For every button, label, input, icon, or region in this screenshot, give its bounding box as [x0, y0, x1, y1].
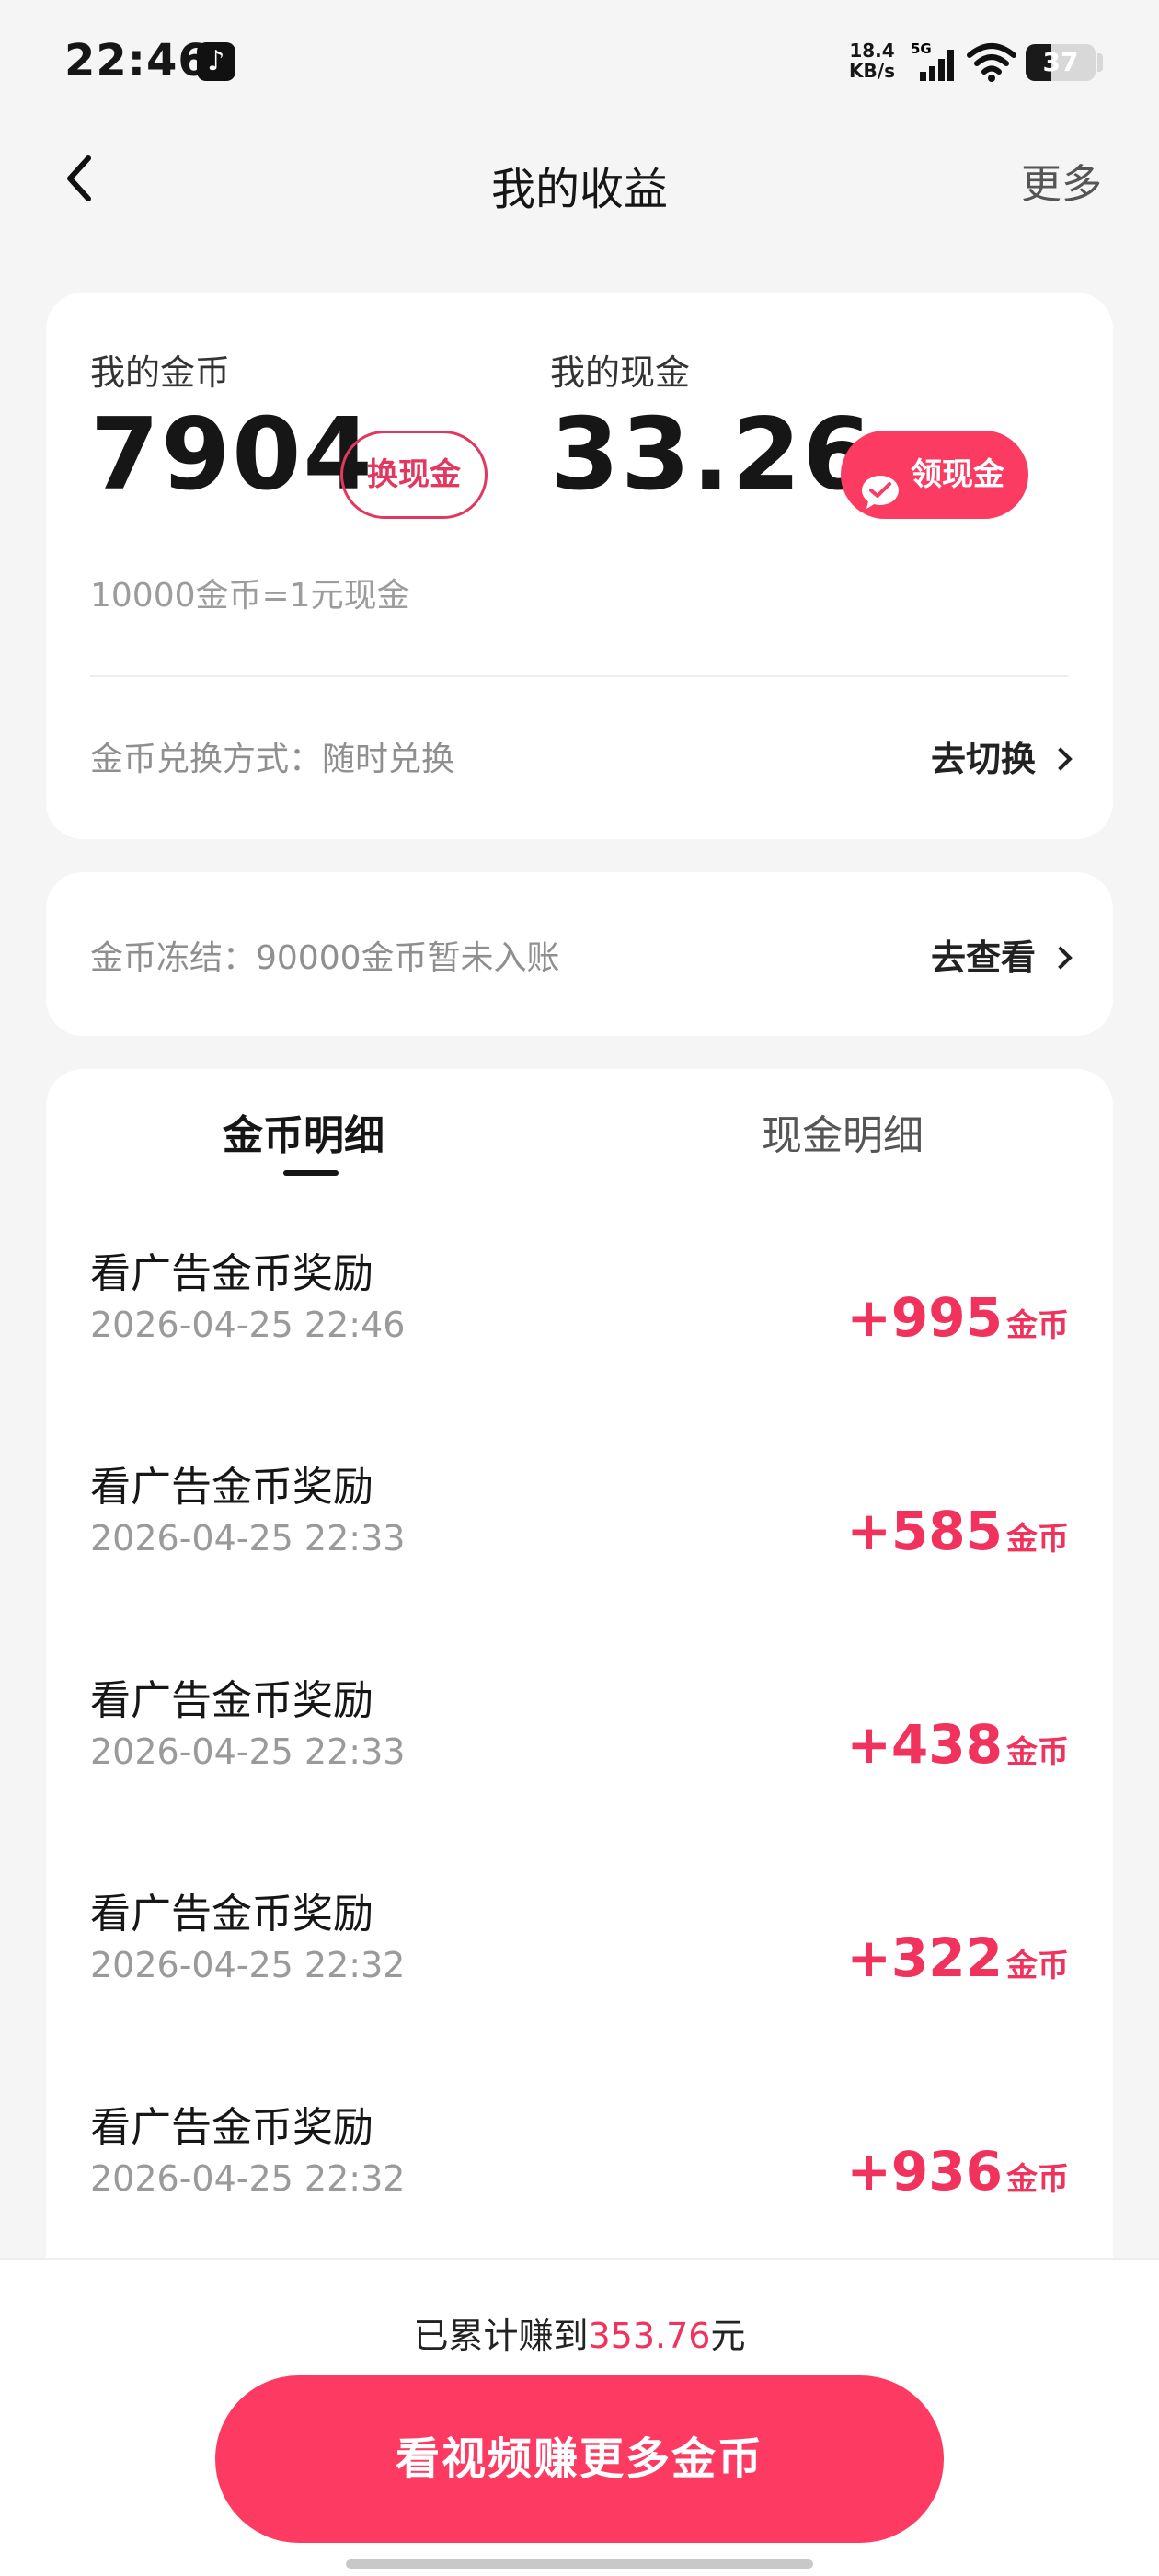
tiktok-icon: ♪ [197, 42, 235, 81]
exchange-rate-text: 10000金币=1元现金 [90, 577, 410, 615]
network-speed-unit: KB/s [849, 60, 895, 82]
battery-icon: 37 [1026, 44, 1096, 81]
record-amount: +995 金币 [846, 1286, 1069, 1349]
record-amount-unit: 金币 [1006, 1734, 1069, 1771]
list-item[interactable]: 看广告金币奖励 2026-04-25 22:32 +936 金币 [46, 2094, 1113, 2278]
coins-label: 我的金币 [90, 352, 231, 393]
record-title: 看广告金币奖励 [90, 1891, 373, 1938]
list-item[interactable]: 看广告金币奖励 2026-04-25 22:33 +585 金币 [46, 1454, 1113, 1638]
balance-card: 我的金币 7904 换现金 我的现金 33.26 领现金 10000金币=1元现… [46, 293, 1113, 839]
record-amount: +322 金币 [846, 1926, 1069, 1989]
record-amount-unit: 金币 [1006, 1948, 1069, 1984]
tab-cash-detail[interactable]: 现金明细 [762, 1102, 924, 1161]
exchange-method-text: 金币兑换方式：随时兑换 [90, 741, 455, 778]
record-title: 看广告金币奖励 [90, 2104, 373, 2151]
record-time: 2026-04-25 22:46 [90, 1305, 406, 1345]
record-time: 2026-04-25 22:32 [90, 1945, 406, 1985]
total-earned-prefix: 已累计赚到 [413, 2316, 589, 2356]
earnings-page: 22:46 ♪ 18.4 KB/s 5G 37 我的收益 更多 我的金币 790… [0, 0, 1159, 2576]
battery-cap [1097, 53, 1103, 72]
home-indicator[interactable] [346, 2559, 813, 2569]
list-item[interactable]: 看广告金币奖励 2026-04-25 22:33 +438 金币 [46, 1667, 1113, 1851]
total-earned-amount: 353.76 [588, 2316, 711, 2356]
record-amount-value: +995 [846, 1286, 1003, 1349]
record-amount-value: +585 [846, 1500, 1003, 1562]
switch-method-label: 去切换 [930, 739, 1036, 779]
status-time: 22:46 [64, 35, 210, 86]
cellular-signal-icon: 5G [911, 40, 957, 83]
record-amount-unit: 金币 [1006, 2161, 1069, 2198]
list-item[interactable]: 看广告金币奖励 2026-04-25 22:46 +995 金币 [46, 1240, 1113, 1424]
record-title: 看广告金币奖励 [90, 1464, 373, 1511]
cash-value: 33.26 [550, 397, 874, 512]
tab-coin-detail[interactable]: 金币明细 [223, 1102, 384, 1161]
more-button[interactable]: 更多 [1021, 151, 1102, 210]
active-tab-indicator [283, 1170, 339, 1176]
record-time: 2026-04-25 22:33 [90, 1731, 406, 1772]
total-earned: 已累计赚到353.76元 [0, 2307, 1159, 2358]
record-time: 2026-04-25 22:32 [90, 2158, 406, 2199]
record-amount-value: +438 [846, 1713, 1003, 1776]
exchange-cash-button[interactable]: 换现金 [340, 431, 488, 519]
cash-label: 我的现金 [550, 352, 691, 393]
view-frozen-link[interactable]: 去查看 [930, 929, 1073, 980]
total-earned-suffix: 元 [710, 2316, 746, 2356]
wechat-icon [861, 456, 900, 509]
list-item[interactable]: 看广告金币奖励 2026-04-25 22:32 +322 金币 [46, 1880, 1113, 2064]
switch-method-link[interactable]: 去切换 [930, 730, 1073, 781]
detail-card: 金币明细 现金明细 看广告金币奖励 2026-04-25 22:46 +995 金… [46, 1069, 1113, 2265]
divider [90, 675, 1069, 677]
claim-cash-button[interactable]: 领现金 [841, 431, 1028, 519]
record-amount: +438 金币 [846, 1713, 1069, 1776]
network-speed: 18.4 KB/s [844, 40, 900, 81]
battery-level: 37 [1042, 47, 1079, 77]
record-title: 看广告金币奖励 [90, 1677, 373, 1724]
wifi-icon [966, 40, 1017, 83]
view-frozen-label: 去查看 [930, 937, 1036, 978]
bottom-bar: 已累计赚到353.76元 看视频赚更多金币 [0, 2258, 1159, 2576]
record-amount-unit: 金币 [1006, 1521, 1069, 1558]
record-title: 看广告金币奖励 [90, 1250, 373, 1297]
chevron-right-icon [1049, 946, 1073, 970]
claim-cash-label: 领现金 [911, 456, 1004, 493]
status-bar: 22:46 ♪ 18.4 KB/s 5G 37 [0, 0, 1159, 129]
record-amount-value: +936 [846, 2140, 1003, 2202]
coins-value: 7904 [90, 397, 374, 512]
nav-bar: 我的收益 更多 [0, 129, 1159, 230]
network-type-label: 5G [911, 40, 932, 57]
record-time: 2026-04-25 22:33 [90, 1518, 406, 1558]
page-title: 我的收益 [490, 164, 668, 215]
record-amount: +585 金币 [846, 1500, 1069, 1562]
frozen-coins-card: 金币冻结：90000金币暂未入账 去查看 [46, 872, 1113, 1036]
record-amount-unit: 金币 [1006, 1307, 1069, 1344]
watch-video-button[interactable]: 看视频赚更多金币 [215, 2375, 944, 2543]
chevron-right-icon [1049, 747, 1073, 771]
record-amount: +936 金币 [846, 2140, 1069, 2202]
record-amount-value: +322 [846, 1926, 1003, 1989]
frozen-coins-text: 金币冻结：90000金币暂未入账 [90, 939, 560, 977]
network-speed-value: 18.4 [849, 40, 895, 62]
